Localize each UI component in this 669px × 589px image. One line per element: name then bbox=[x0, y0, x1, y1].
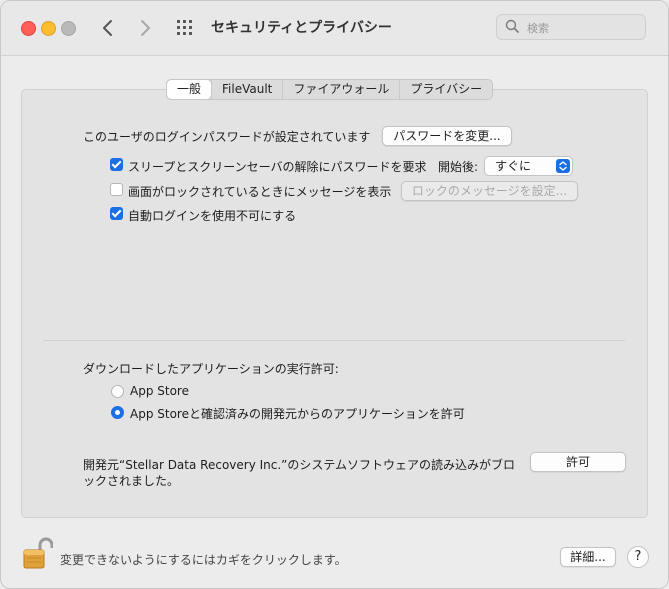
window-title: セキュリティとプライバシー bbox=[211, 20, 392, 36]
window: セキュリティとプライバシー 一般 FileVault ファイアウォール プライバ… bbox=[0, 0, 669, 589]
titlebar: セキュリティとプライバシー bbox=[1, 1, 668, 56]
blocked-message-line2: ックされました。 bbox=[83, 474, 180, 488]
require-password-label: スリープとスクリーンセーバの解除にパスワードを要求 bbox=[128, 160, 427, 174]
grid-icon[interactable] bbox=[177, 20, 195, 36]
tab-bar: 一般 FileVault ファイアウォール プライバシー bbox=[166, 79, 494, 100]
minimize-button[interactable] bbox=[41, 21, 56, 36]
require-password-checkbox[interactable] bbox=[110, 158, 123, 171]
chevron-left-icon bbox=[103, 20, 112, 36]
advanced-button[interactable]: 詳細... bbox=[560, 547, 616, 567]
chevron-right-icon bbox=[141, 20, 150, 36]
disable-auto-login-checkbox[interactable] bbox=[110, 207, 123, 220]
lock-message-label: 画面がロックされているときにメッセージを表示 bbox=[128, 185, 392, 199]
downloads-heading: ダウンロードしたアプリケーションの実行許可: bbox=[83, 362, 339, 376]
set-lock-message-button[interactable]: ロックのメッセージを設定... bbox=[401, 181, 578, 201]
allow-button[interactable]: 許可 bbox=[530, 452, 626, 472]
tab-firewall[interactable]: ファイアウォール bbox=[282, 80, 399, 99]
search-field[interactable] bbox=[496, 14, 646, 40]
help-button[interactable]: ? bbox=[627, 546, 649, 568]
tab-privacy[interactable]: プライバシー bbox=[399, 80, 492, 99]
close-button[interactable] bbox=[21, 21, 36, 36]
radio-identified-developers[interactable] bbox=[111, 406, 124, 419]
lock-icon[interactable] bbox=[21, 536, 54, 570]
radio-app-store-label: App Store bbox=[130, 384, 189, 398]
zoom-button[interactable] bbox=[61, 21, 76, 36]
section-divider bbox=[43, 340, 625, 341]
lock-instruction-text: 変更できないようにするにはカギをクリックします。 bbox=[60, 553, 347, 567]
password-status-text: このユーザのログインパスワードが設定されています bbox=[83, 130, 371, 144]
back-button[interactable] bbox=[97, 15, 119, 41]
tab-filevault[interactable]: FileVault bbox=[211, 80, 282, 99]
search-input[interactable] bbox=[525, 18, 639, 38]
start-after-select[interactable]: すぐに bbox=[484, 156, 573, 176]
change-password-button[interactable]: パスワードを変更... bbox=[382, 126, 512, 146]
start-after-value: すぐに bbox=[495, 159, 532, 173]
forward-button[interactable] bbox=[134, 15, 156, 41]
search-icon bbox=[505, 19, 519, 33]
disable-auto-login-label: 自動ログインを使用不可にする bbox=[128, 209, 297, 223]
radio-app-store[interactable] bbox=[111, 385, 124, 398]
tab-general[interactable]: 一般 bbox=[167, 80, 212, 99]
start-after-label: 開始後: bbox=[438, 160, 479, 174]
chevron-updown-icon bbox=[556, 159, 570, 173]
blocked-message-line1: 開発元“Stellar Data Recovery Inc.”のシステムソフトウ… bbox=[83, 458, 516, 472]
radio-identified-developers-label: App Storeと確認済みの開発元からのアプリケーションを許可 bbox=[130, 407, 465, 421]
lock-message-checkbox[interactable] bbox=[110, 183, 123, 196]
